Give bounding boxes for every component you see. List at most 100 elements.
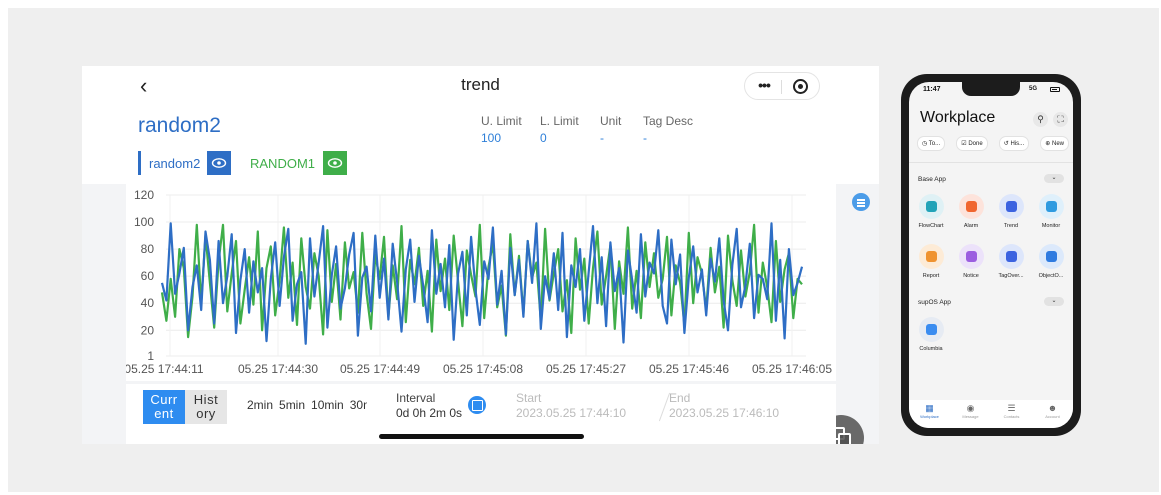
range-10min[interactable]: 10min — [311, 398, 344, 412]
app-alarm[interactable]: Alarm — [952, 194, 990, 229]
app-label: Alarm — [963, 223, 979, 229]
history-mode-button[interactable]: Hist ory — [185, 390, 227, 424]
legend-label: RANDOM1 — [250, 155, 316, 171]
app-tagover[interactable]: TagOver... — [992, 244, 1030, 279]
monitor-icon — [1038, 194, 1064, 219]
divider — [909, 162, 1073, 163]
y-tick-label: 20 — [141, 323, 155, 337]
chevron-down-icon[interactable]: ⌄ — [1044, 297, 1064, 306]
x-tick-label: 05.25 17:45:27 — [546, 362, 626, 376]
scan-icon[interactable]: ⛶ — [1053, 112, 1068, 127]
phone-frame: 11:47 5G Workplace ⚲ ⛶ ◷ To... ☑ Done ↺ … — [901, 74, 1081, 436]
tab-message[interactable]: ◉ Message — [953, 403, 989, 428]
tab-contacts[interactable]: ☰ Contacts — [994, 403, 1030, 428]
chip-new[interactable]: ⊕ New — [1040, 136, 1069, 151]
app-report[interactable]: Report — [912, 244, 950, 279]
chip-done[interactable]: ☑ Done — [956, 136, 988, 151]
bell-icon — [958, 194, 984, 219]
flowchart-icon — [918, 194, 944, 219]
notice-icon-glyph — [965, 251, 977, 262]
history-mode-label: Hist ory — [193, 392, 219, 421]
x-tick-label: 05.25 17:44:49 — [340, 362, 420, 376]
y-tick-label: 80 — [141, 242, 155, 256]
trend-icon — [998, 194, 1024, 219]
app-label: Trend — [1003, 223, 1019, 229]
tab-label: Contacts — [1003, 414, 1020, 419]
tab-account[interactable]: ☻ Account — [1035, 403, 1071, 428]
rotate-icon-front — [838, 433, 851, 444]
interval-label: Interval — [396, 391, 436, 405]
app-label: Report — [922, 273, 940, 279]
range-selector: 2min 5min 10min 30min — [247, 398, 367, 412]
top-bar: ‹ trend ••• — [82, 66, 879, 104]
notice-icon — [958, 244, 984, 269]
bell-icon-glyph — [965, 201, 977, 212]
app-label: Monitor — [1041, 223, 1061, 229]
y-tick-label: 120 — [134, 188, 154, 202]
start-label: Start — [516, 391, 542, 405]
app-trend[interactable]: Trend — [992, 194, 1030, 229]
tag-desc-label: Tag Desc — [643, 114, 694, 128]
x-tick-label: 05.25 17:46:05 — [752, 362, 832, 376]
range-5min[interactable]: 5min — [279, 398, 305, 412]
object-icon — [1038, 244, 1064, 269]
app-monitor[interactable]: Monitor — [1032, 194, 1070, 229]
range-30min[interactable]: 30min — [350, 398, 367, 412]
unit-value: - — [600, 131, 604, 145]
tag-info-panel: random2 U. Limit L. Limit Unit Tag Desc … — [82, 104, 879, 184]
mini-program-capsule: ••• — [744, 72, 820, 100]
app-label: Notice — [963, 273, 979, 279]
trend-icon-glyph — [1005, 201, 1017, 212]
grid-icon: ▦ — [925, 403, 934, 413]
range-2min[interactable]: 2min — [247, 398, 273, 412]
current-mode-button[interactable]: Curr ent — [143, 390, 185, 424]
legend-item-random1[interactable]: RANDOM1 — [242, 151, 348, 175]
start-time-value[interactable]: 2023.05.25 17:44:10 — [516, 406, 626, 420]
app-columbia[interactable]: Columbia — [912, 317, 950, 352]
object-icon-glyph — [1045, 251, 1057, 262]
current-mode-label: Curr ent — [150, 392, 178, 421]
report-icon-glyph — [925, 251, 937, 262]
eye-icon[interactable] — [323, 151, 348, 175]
workplace-title: Workplace — [920, 109, 996, 126]
legend-label: random2 — [149, 155, 201, 171]
supos-app-heading: supOS App — [918, 299, 951, 306]
chip-history[interactable]: ↺ His... — [998, 136, 1030, 151]
bottom-tab-bar: ▦ Workplace ◉ Message ☰ Contacts ☻ Account — [909, 400, 1073, 428]
y-tick-label: 100 — [134, 215, 154, 229]
app-notice[interactable]: Notice — [952, 244, 990, 279]
x-tick-label: 05.25 17:44:11 — [126, 362, 204, 376]
close-target-icon[interactable] — [793, 79, 808, 94]
filter-icon[interactable] — [852, 193, 870, 211]
capsule-divider — [781, 80, 782, 94]
eye-icon[interactable] — [207, 151, 232, 175]
message-icon: ◉ — [966, 403, 975, 413]
chip-todo[interactable]: ◷ To... — [917, 136, 946, 151]
trend-chart-svg: 120 100 80 60 40 20 105.25 17:44:11 05.25 17:44… — [126, 188, 832, 376]
trend-chart: 120 100 80 60 40 20 1 05.25 17:44:11 05.25 17:44… — [126, 183, 864, 444]
columbia-icon-glyph — [925, 324, 937, 335]
chevron-down-icon[interactable]: ⌄ — [1044, 174, 1064, 183]
phone-notch — [962, 82, 1020, 96]
lower-limit-value: 0 — [540, 131, 547, 145]
tab-workplace[interactable]: ▦ Workplace — [912, 403, 948, 428]
upper-limit-value: 100 — [481, 131, 502, 145]
quick-filter-chips: ◷ To... ☑ Done ↺ His... ⊕ New — [917, 136, 1069, 151]
app-label: FlowChart — [918, 223, 944, 229]
app-flowchart[interactable]: FlowChart — [912, 194, 950, 229]
contacts-icon: ☰ — [1007, 403, 1016, 413]
tag-name: random2 — [138, 114, 221, 137]
status-time: 11:47 — [923, 86, 941, 93]
flowchart-icon-glyph — [925, 201, 937, 212]
upper-limit-label: U. Limit — [481, 114, 522, 128]
edit-icon[interactable] — [468, 396, 486, 414]
more-icon[interactable]: ••• — [753, 77, 775, 93]
base-app-heading: Base App — [918, 176, 946, 183]
legend-item-random2[interactable]: random2 — [138, 151, 232, 175]
app-objecto[interactable]: ObjectO... — [1032, 244, 1070, 279]
trend-screen: ‹ trend ••• random2 U. Limit L. Limit Un… — [82, 66, 879, 444]
tag-icon — [998, 244, 1024, 269]
search-icon[interactable]: ⚲ — [1033, 112, 1048, 127]
app-label: Columbia — [919, 346, 943, 352]
end-time-value[interactable]: 2023.05.25 17:46:10 — [669, 406, 779, 420]
